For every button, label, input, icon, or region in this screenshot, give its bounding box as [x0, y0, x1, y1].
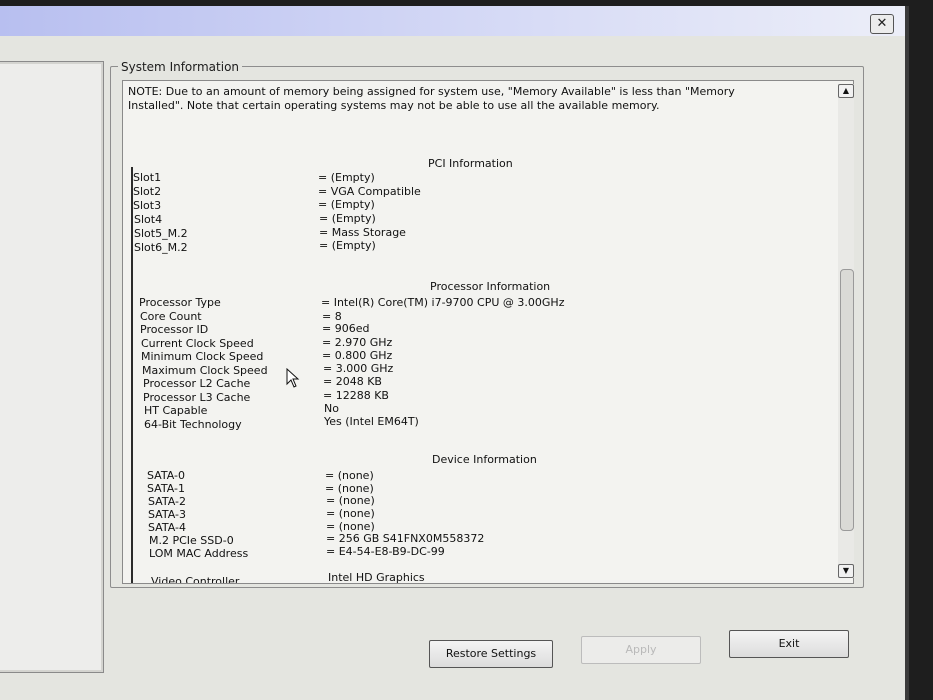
device-section-title: Device Information: [432, 453, 537, 466]
processor-section-title: Processor Information: [430, 280, 551, 293]
info-row-value: = E4-54-E8-B9-DC-99: [326, 545, 445, 558]
info-row-label: SATA-4: [148, 521, 186, 534]
info-row-value: = (Empty): [319, 239, 376, 252]
close-button[interactable]: ✕: [870, 14, 894, 34]
info-row-value: = (Empty): [318, 198, 375, 211]
info-row-value: = 3.000 GHz: [323, 361, 394, 375]
scroll-down-icon[interactable]: ▼: [838, 564, 854, 578]
info-row-label: Current Clock Speed: [141, 336, 254, 350]
info-row-value: = 0.800 GHz: [322, 349, 393, 362]
info-row-value: = (Empty): [319, 212, 376, 225]
info-row-label: M.2 PCIe SSD-0: [149, 534, 234, 547]
info-row-label: Slot2: [133, 185, 162, 198]
info-row-label: Processor L3 Cache: [143, 390, 251, 404]
vertical-scrollbar[interactable]: ▲ ▼: [838, 84, 854, 578]
info-row-value: = (none): [326, 494, 375, 507]
info-row-value: = Mass Storage: [319, 226, 406, 239]
info-row-label: HT Capable: [144, 404, 208, 417]
info-row-value: = (none): [326, 507, 375, 520]
info-row-label: Processor ID: [140, 323, 209, 336]
pci-section-title: PCI Information: [428, 157, 513, 170]
info-row-value: = (Empty): [318, 171, 375, 184]
exit-button[interactable]: Exit: [729, 630, 849, 658]
bios-window: ✕ System Information NOTE: Due to an amo…: [0, 6, 909, 700]
info-row-label: Maximum Clock Speed: [142, 363, 268, 377]
video-controller-value: Intel HD Graphics: [328, 571, 425, 584]
info-row-value: = 12288 KB: [323, 388, 389, 402]
info-row-label: Slot3: [133, 199, 162, 212]
info-row-label: SATA-0: [147, 469, 185, 482]
mouse-pointer-icon: [286, 368, 300, 388]
tree-line: [131, 167, 133, 583]
info-row-label: 64-Bit Technology: [144, 417, 242, 431]
info-row-label: Slot1: [133, 171, 162, 184]
info-row-label: Slot4: [134, 213, 163, 226]
video-controller-label: Video Controller: [151, 575, 240, 584]
apply-button[interactable]: Apply: [581, 636, 701, 664]
info-row-value: = 8: [322, 309, 342, 323]
info-pane: NOTE: Due to an amount of memory being a…: [122, 80, 854, 584]
info-row-value: Yes (Intel EM64T): [324, 414, 419, 428]
info-row-label: Core Count: [140, 309, 202, 323]
info-row-value: = 906ed: [322, 322, 370, 335]
info-row-value: = VGA Compatible: [318, 185, 421, 198]
info-row-label: Processor Type: [139, 296, 221, 309]
navigation-panel[interactable]: [0, 61, 104, 673]
info-row-label: Processor L2 Cache: [143, 377, 251, 390]
info-row-label: LOM MAC Address: [149, 547, 249, 560]
info-row-label: SATA-2: [148, 495, 186, 508]
info-row-value: No: [324, 402, 339, 415]
group-title: System Information: [118, 60, 243, 74]
info-row-label: SATA-3: [148, 508, 186, 521]
info-row-value: = 256 GB S41FNX0M558372: [326, 532, 485, 545]
info-row-value: = 2048 KB: [323, 375, 382, 388]
memory-note: NOTE: Due to an amount of memory being a…: [128, 85, 735, 112]
title-bar: ✕: [0, 6, 905, 36]
info-row-value: = (none): [325, 469, 374, 482]
info-row-label: SATA-1: [147, 482, 185, 495]
restore-settings-button[interactable]: Restore Settings: [429, 640, 553, 668]
scroll-up-icon[interactable]: ▲: [838, 84, 854, 98]
scroll-thumb[interactable]: [840, 269, 854, 531]
info-row-label: Slot6_M.2: [134, 241, 188, 254]
info-row-label: Minimum Clock Speed: [141, 350, 264, 363]
info-row-label: Slot5_M.2: [134, 227, 188, 240]
info-row-value: = 2.970 GHz: [322, 335, 393, 349]
info-row-value: = Intel(R) Core(TM) i7-9700 CPU @ 3.00GH…: [321, 296, 565, 309]
